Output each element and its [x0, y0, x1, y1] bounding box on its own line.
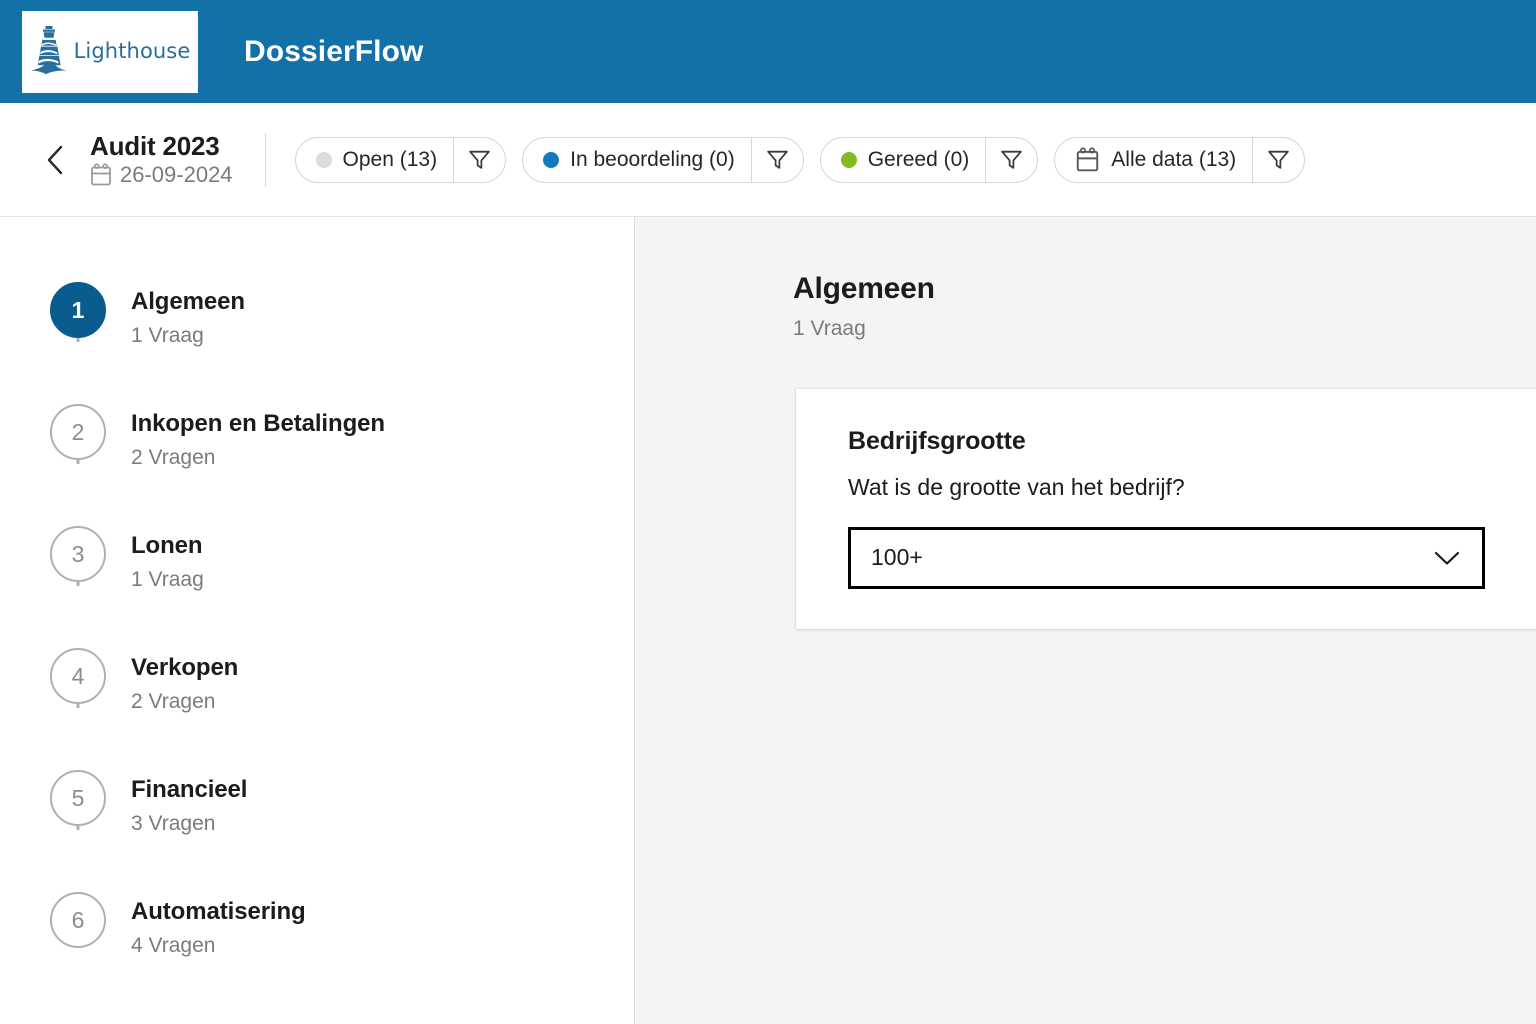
step-question-count: 3 Vragen [131, 811, 247, 836]
status-chip-group: Open (13) In beoordeling (0) [295, 137, 1306, 183]
step-label: Verkopen [131, 654, 238, 683]
audit-date: 26-09-2024 [90, 163, 233, 188]
step-text: Automatisering 4 Vragen [131, 892, 306, 958]
chip-gereed-filter-button[interactable] [985, 138, 1037, 182]
status-dot [841, 152, 857, 168]
chip-open-label: Open (13) [343, 148, 438, 172]
chip-open-filter-button[interactable] [453, 138, 505, 182]
step-number-badge: 1 [50, 282, 106, 338]
select-value: 100+ [871, 544, 923, 571]
funnel-icon [467, 147, 492, 172]
step-number-badge: 5 [50, 770, 106, 826]
audit-info: Audit 2023 26-09-2024 [90, 132, 233, 188]
section-title: Algemeen [793, 272, 1536, 307]
chip-alle-data-label: Alle data (13) [1111, 148, 1236, 172]
step-marker: 5 [50, 770, 106, 826]
app-root: Lighthouse DossierFlow Audit 2023 26-09-… [0, 0, 1536, 1024]
step-marker: 2 [50, 404, 106, 460]
step-question-count: 4 Vragen [131, 933, 306, 958]
back-button[interactable] [36, 140, 76, 180]
step-connector [77, 582, 80, 586]
step-question-count: 2 Vragen [131, 445, 385, 470]
sidebar-item-inkopen-en-betalingen[interactable]: 2 Inkopen en Betalingen 2 Vragen [50, 404, 634, 526]
step-connector [77, 704, 80, 708]
step-text: Lonen 1 Vraag [131, 526, 204, 592]
app-header: Lighthouse DossierFlow [0, 0, 1536, 103]
step-number-badge: 6 [50, 892, 106, 948]
step-marker: 6 [50, 892, 106, 948]
audit-date-text: 26-09-2024 [120, 163, 233, 188]
funnel-icon [999, 147, 1024, 172]
funnel-icon [765, 147, 790, 172]
step-marker: 3 [50, 526, 106, 582]
stepper-list: 1 Algemeen 1 Vraag 2 Inkopen en Betaling… [50, 282, 634, 958]
status-dot [316, 152, 332, 168]
step-connector [77, 460, 80, 464]
chip-alle-data[interactable]: Alle data (13) [1054, 137, 1305, 183]
sidebar-item-algemeen[interactable]: 1 Algemeen 1 Vraag [50, 282, 634, 404]
sidebar-item-automatisering[interactable]: 6 Automatisering 4 Vragen [50, 892, 634, 958]
step-label: Lonen [131, 532, 204, 561]
step-number-badge: 2 [50, 404, 106, 460]
question-card: Bedrijfsgrootte Wat is de grootte van he… [796, 389, 1536, 629]
chevron-down-icon [1432, 548, 1462, 568]
step-question-count: 2 Vragen [131, 689, 238, 714]
page-body: 1 Algemeen 1 Vraag 2 Inkopen en Betaling… [0, 217, 1536, 1024]
bedrijfsgrootte-select[interactable]: 100+ [848, 527, 1485, 589]
step-text: Inkopen en Betalingen 2 Vragen [131, 404, 385, 470]
calendar-icon [90, 163, 112, 187]
step-label: Inkopen en Betalingen [131, 410, 385, 439]
lighthouse-logo[interactable]: Lighthouse [22, 11, 198, 93]
status-dot [543, 152, 559, 168]
sidebar-item-verkopen[interactable]: 4 Verkopen 2 Vragen [50, 648, 634, 770]
chip-open-main[interactable]: Open (13) [296, 138, 454, 182]
logo-wordmark: Lighthouse [74, 41, 191, 62]
calendar-icon [1075, 147, 1100, 173]
question-panel: Algemeen 1 Vraag Bedrijfsgrootte Wat is … [635, 217, 1536, 1024]
filter-bar: Audit 2023 26-09-2024 Open (13) [0, 103, 1536, 217]
header-divider [265, 133, 266, 187]
app-title: DossierFlow [244, 35, 423, 69]
step-connector [77, 338, 80, 342]
funnel-icon [1266, 147, 1291, 172]
sidebar-item-lonen[interactable]: 3 Lonen 1 Vraag [50, 526, 634, 648]
chevron-left-icon [43, 143, 69, 177]
section-stepper-sidebar: 1 Algemeen 1 Vraag 2 Inkopen en Betaling… [0, 217, 635, 1024]
step-marker: 4 [50, 648, 106, 704]
step-marker: 1 [50, 282, 106, 338]
question-title: Bedrijfsgrootte [848, 427, 1504, 456]
chip-in-beoordeling[interactable]: In beoordeling (0) [522, 137, 804, 183]
step-text: Algemeen 1 Vraag [131, 282, 245, 348]
step-question-count: 1 Vraag [131, 567, 204, 592]
step-label: Financieel [131, 776, 247, 805]
chip-gereed-main[interactable]: Gereed (0) [821, 138, 986, 182]
step-number-badge: 3 [50, 526, 106, 582]
question-text: Wat is de grootte van het bedrijf? [848, 474, 1504, 501]
lighthouse-icon [30, 24, 68, 80]
chip-alle-data-main[interactable]: Alle data (13) [1055, 138, 1252, 182]
section-question-count: 1 Vraag [793, 317, 1536, 341]
step-question-count: 1 Vraag [131, 323, 245, 348]
step-connector [77, 826, 80, 830]
page-title: Audit 2023 [90, 132, 233, 161]
chip-alle-data-filter-button[interactable] [1252, 138, 1304, 182]
chip-gereed[interactable]: Gereed (0) [820, 137, 1039, 183]
step-label: Automatisering [131, 898, 306, 927]
chip-gereed-label: Gereed (0) [868, 148, 970, 172]
step-label: Algemeen [131, 288, 245, 317]
chip-in-beoordeling-filter-button[interactable] [751, 138, 803, 182]
chip-open[interactable]: Open (13) [295, 137, 507, 183]
chip-in-beoordeling-main[interactable]: In beoordeling (0) [523, 138, 751, 182]
sidebar-item-financieel[interactable]: 5 Financieel 3 Vragen [50, 770, 634, 892]
chip-in-beoordeling-label: In beoordeling (0) [570, 148, 735, 172]
step-text: Financieel 3 Vragen [131, 770, 247, 836]
step-text: Verkopen 2 Vragen [131, 648, 238, 714]
step-number-badge: 4 [50, 648, 106, 704]
